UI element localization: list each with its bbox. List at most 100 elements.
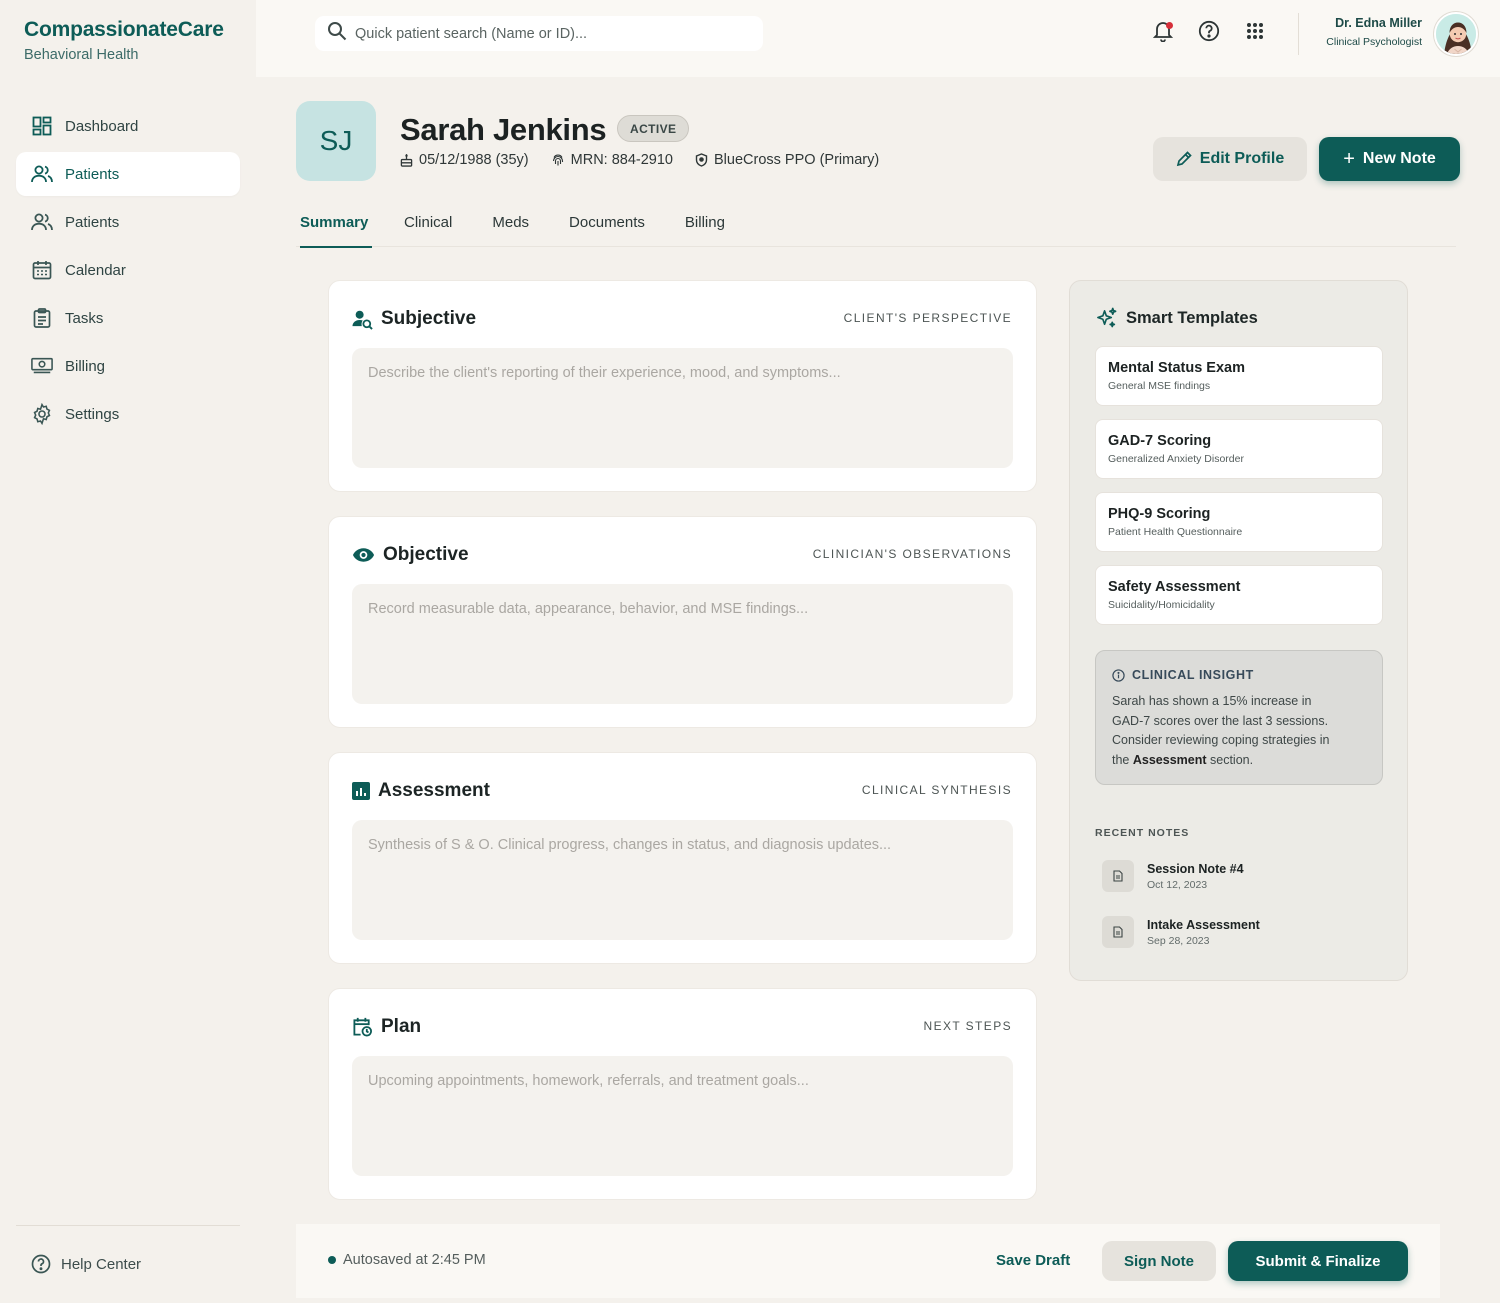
dashboard-icon	[31, 115, 53, 137]
help-icon	[31, 1254, 51, 1274]
recent-note-title: Session Note #4	[1147, 861, 1244, 876]
sign-note-button[interactable]: Sign Note	[1102, 1241, 1216, 1281]
template-desc: Patient Health Questionnaire	[1108, 526, 1243, 538]
bottom-action-bar: Autosaved at 2:45 PM Save Draft Sign Not…	[296, 1224, 1440, 1298]
help-button[interactable]	[1198, 20, 1220, 46]
notification-dot	[1166, 22, 1173, 29]
document-icon	[1102, 860, 1134, 892]
assessment-textarea[interactable]	[352, 820, 1013, 940]
apps-button[interactable]	[1244, 20, 1266, 46]
sidebar-item-patients[interactable]: Patients	[16, 200, 240, 244]
tab-billing[interactable]: Billing	[685, 206, 725, 247]
plus-icon: +	[1343, 148, 1355, 170]
sidebar-item-label: Tasks	[65, 309, 104, 327]
autosave-text: Autosaved at 2:45 PM	[343, 1252, 486, 1268]
help-icon	[1198, 20, 1220, 47]
template-desc: General MSE findings	[1108, 380, 1211, 392]
edit-profile-button[interactable]: Edit Profile	[1153, 137, 1307, 181]
patient-insurance-text: BlueCross PPO (Primary)	[714, 152, 880, 168]
patients-icon	[31, 211, 53, 233]
gear-icon	[31, 403, 53, 425]
tab-summary[interactable]: Summary	[300, 206, 372, 248]
sidebar-divider	[16, 1225, 240, 1226]
top-bar: Dr. Edna Miller Clinical Psychologist	[256, 0, 1500, 77]
clinical-insight-box: CLINICAL INSIGHT Sarah has shown a 15% i…	[1095, 650, 1383, 785]
sidebar-item-patients-active[interactable]: Patients	[16, 152, 240, 196]
avatar[interactable]	[1434, 12, 1478, 56]
recent-note-date: Sep 28, 2023	[1147, 934, 1210, 947]
search-box[interactable]	[315, 16, 763, 51]
template-card[interactable]: Mental Status Exam General MSE findings	[1095, 346, 1383, 406]
sidebar-item-dashboard[interactable]: Dashboard	[16, 104, 240, 148]
sidebar-nav: Dashboard Patients Patients Calendar Tas…	[16, 104, 240, 440]
patient-meta: 05/12/1988 (35y) MRN: 884-2910 BlueCross…	[400, 152, 901, 168]
objective-card: Objective CLINICIAN'S OBSERVATIONS	[328, 516, 1037, 728]
template-name: Mental Status Exam	[1108, 360, 1245, 376]
user-info[interactable]: Dr. Edna Miller Clinical Psychologist	[1326, 16, 1422, 48]
plan-card: Plan NEXT STEPS	[328, 988, 1037, 1200]
search-input[interactable]	[355, 25, 735, 42]
subjective-title: Subjective	[381, 308, 477, 329]
assessment-header: Assessment	[352, 780, 490, 802]
patient-name: Sarah Jenkins	[400, 112, 607, 147]
recent-note-title: Intake Assessment	[1147, 917, 1260, 932]
sidebar-item-calendar[interactable]: Calendar	[16, 248, 240, 292]
submit-finalize-button[interactable]: Submit & Finalize	[1228, 1241, 1408, 1281]
patient-initials-avatar: SJ	[296, 101, 376, 181]
recent-note-item[interactable]: Session Note #4 Oct 12, 2023	[1102, 860, 1244, 892]
recent-notes-label: RECENT NOTES	[1095, 827, 1190, 839]
objective-textarea[interactable]	[352, 584, 1013, 704]
insight-text-bold: Assessment	[1132, 752, 1207, 767]
new-note-label: New Note	[1362, 150, 1436, 167]
smart-templates-panel: Smart Templates Mental Status Exam Gener…	[1069, 280, 1408, 981]
apps-grid-icon	[1246, 22, 1264, 45]
top-icons	[1152, 20, 1266, 46]
recent-note-item[interactable]: Intake Assessment Sep 28, 2023	[1102, 916, 1260, 948]
patient-tabs: Summary Clinical Meds Documents Billing	[296, 206, 1456, 248]
patient-dob-text: 05/12/1988 (35y)	[419, 152, 529, 168]
plan-textarea[interactable]	[352, 1056, 1013, 1176]
person-search-icon	[352, 309, 373, 330]
help-center-link[interactable]: Help Center	[31, 1254, 141, 1274]
cake-icon	[400, 153, 413, 167]
help-center-label: Help Center	[61, 1255, 142, 1273]
plan-title: Plan	[381, 1016, 422, 1037]
patient-mrn: MRN: 884-2910	[551, 152, 673, 168]
tab-clinical[interactable]: Clinical	[404, 206, 452, 247]
autosave-status: Autosaved at 2:45 PM	[328, 1252, 486, 1268]
sidebar-item-tasks[interactable]: Tasks	[16, 296, 240, 340]
sidebar-item-billing[interactable]: Billing	[16, 344, 240, 388]
notifications-button[interactable]	[1152, 20, 1174, 46]
calendar-clock-icon	[352, 1016, 373, 1038]
sidebar-item-label: Patients	[65, 165, 120, 183]
pencil-icon	[1176, 151, 1192, 167]
sidebar-item-label: Calendar	[65, 261, 126, 279]
save-draft-button[interactable]: Save Draft	[996, 1252, 1070, 1269]
tab-meds[interactable]: Meds	[492, 206, 529, 247]
brand-title: CompassionateCare	[24, 18, 224, 41]
brand-subtitle: Behavioral Health	[24, 47, 139, 63]
edit-profile-label: Edit Profile	[1199, 150, 1285, 167]
patient-insurance: BlueCross PPO (Primary)	[695, 152, 879, 168]
new-note-button[interactable]: + New Note	[1319, 137, 1460, 181]
template-card[interactable]: GAD-7 Scoring Generalized Anxiety Disord…	[1095, 419, 1383, 479]
sparkles-icon	[1095, 307, 1118, 330]
tab-documents[interactable]: Documents	[569, 206, 645, 247]
sidebar-item-settings[interactable]: Settings	[16, 392, 240, 436]
eye-icon	[352, 547, 375, 563]
info-icon	[1112, 668, 1125, 682]
assessment-card: Assessment CLINICAL SYNTHESIS	[328, 752, 1037, 964]
brand[interactable]: CompassionateCare Behavioral Health	[24, 18, 224, 63]
status-badge: ACTIVE	[617, 115, 690, 142]
plan-header: Plan	[352, 1016, 421, 1038]
assessment-title: Assessment	[378, 780, 490, 801]
sidebar-item-label: Patients	[65, 213, 120, 231]
template-card[interactable]: PHQ-9 Scoring Patient Health Questionnai…	[1095, 492, 1383, 552]
assessment-tag: CLINICAL SYNTHESIS	[861, 783, 1012, 797]
subjective-textarea[interactable]	[352, 348, 1013, 468]
document-icon	[1102, 916, 1134, 948]
objective-title: Objective	[383, 544, 469, 565]
subjective-card: Subjective CLIENT'S PERSPECTIVE	[328, 280, 1037, 492]
search-icon	[327, 21, 347, 46]
template-card[interactable]: Safety Assessment Suicidality/Homicidali…	[1095, 565, 1383, 625]
